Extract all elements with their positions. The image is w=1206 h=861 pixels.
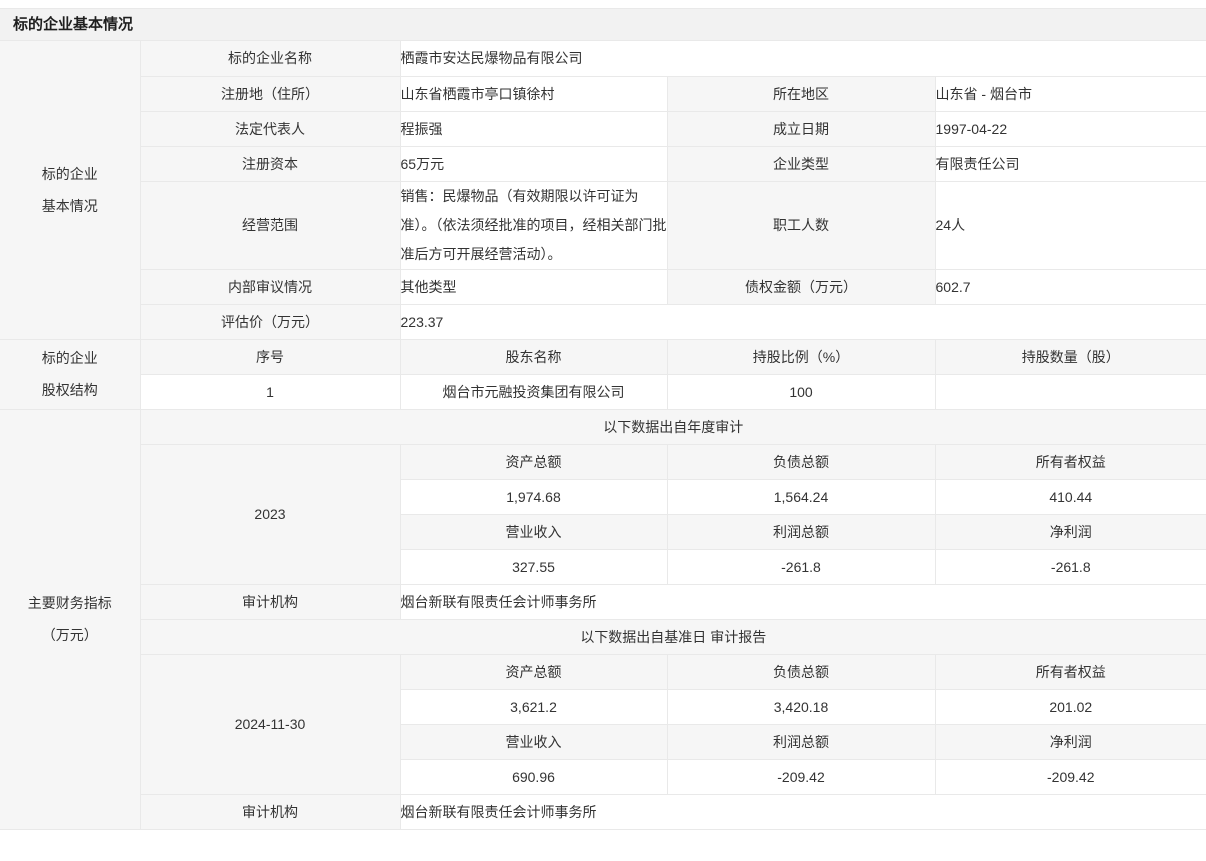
column-header-owner-equity: 所有者权益 [935, 654, 1206, 689]
cell-total-profit: -261.8 [667, 549, 935, 584]
column-header-owner-equity: 所有者权益 [935, 444, 1206, 479]
column-header-ratio: 持股比例（%） [667, 339, 935, 374]
table-row: 审计机构 烟台新联有限责任会计师事务所 [0, 584, 1206, 619]
section-label-financial: 主要财务指标 （万元） [0, 409, 140, 829]
section-label-basic: 标的企业 基本情况 [0, 41, 140, 339]
table-row: 评估价（万元） 223.37 [0, 304, 1206, 339]
section-label-line: 标的企业 [0, 158, 140, 190]
section-label-line: 标的企业 [0, 342, 140, 374]
cell-shares [935, 374, 1206, 409]
cell-owner-equity: 410.44 [935, 479, 1206, 514]
cell-revenue: 690.96 [400, 759, 667, 794]
column-header-seq: 序号 [140, 339, 400, 374]
table-row: 注册资本 65万元 企业类型 有限责任公司 [0, 146, 1206, 181]
column-header-shares: 持股数量（股） [935, 339, 1206, 374]
year-label-baseline-date: 2024-11-30 [140, 654, 400, 794]
table-row: 法定代表人 程振强 成立日期 1997-04-22 [0, 111, 1206, 146]
cell-shareholder: 烟台市元融投资集团有限公司 [400, 374, 667, 409]
column-header-total-assets: 资产总额 [400, 654, 667, 689]
cell-total-assets: 3,621.2 [400, 689, 667, 724]
section-label-line: 主要财务指标 [0, 587, 140, 619]
table-row: 审计机构 烟台新联有限责任会计师事务所 [0, 794, 1206, 829]
column-header-revenue: 营业收入 [400, 514, 667, 549]
field-value-establish-date: 1997-04-22 [935, 111, 1206, 146]
table-row: 注册地（住所） 山东省栖霞市亭口镇徐村 所在地区 山东省 - 烟台市 [0, 76, 1206, 111]
company-info-table: 标的企业 基本情况 标的企业名称 栖霞市安达民爆物品有限公司 注册地（住所） 山… [0, 41, 1206, 830]
field-label-appraisal-price: 评估价（万元） [140, 304, 400, 339]
field-value-registered-address: 山东省栖霞市亭口镇徐村 [400, 76, 667, 111]
field-value-internal-review: 其他类型 [400, 269, 667, 304]
field-label-company-type: 企业类型 [667, 146, 935, 181]
column-header-total-liabilities: 负债总额 [667, 654, 935, 689]
page-title: 标的企业基本情况 [0, 8, 1206, 41]
column-header-total-profit: 利润总额 [667, 514, 935, 549]
section-label-equity: 标的企业 股权结构 [0, 339, 140, 409]
field-value-business-scope: 销售：民爆物品（有效期限以许可证为准）。（依法须经批准的项目，经相关部门批准后方… [400, 181, 667, 269]
field-value-appraisal-price: 223.37 [400, 304, 1206, 339]
field-value-auditor-baseline: 烟台新联有限责任会计师事务所 [400, 794, 1206, 829]
cell-net-profit: -261.8 [935, 549, 1206, 584]
cell-total-liabilities: 3,420.18 [667, 689, 935, 724]
year-label-2023: 2023 [140, 444, 400, 584]
field-value-region: 山东省 - 烟台市 [935, 76, 1206, 111]
field-value-registered-capital: 65万元 [400, 146, 667, 181]
field-value-company-type: 有限责任公司 [935, 146, 1206, 181]
column-header-total-liabilities: 负债总额 [667, 444, 935, 479]
cell-total-liabilities: 1,564.24 [667, 479, 935, 514]
table-row: 以下数据出自基准日 审计报告 [0, 619, 1206, 654]
table-row: 经营范围 销售：民爆物品（有效期限以许可证为准）。（依法须经批准的项目，经相关部… [0, 181, 1206, 269]
table-row: 标的企业 股权结构 序号 股东名称 持股比例（%） 持股数量（股） [0, 339, 1206, 374]
field-value-legal-representative: 程振强 [400, 111, 667, 146]
column-header-net-profit: 净利润 [935, 514, 1206, 549]
field-label-region: 所在地区 [667, 76, 935, 111]
table-row: 内部审议情况 其他类型 债权金额（万元） 602.7 [0, 269, 1206, 304]
field-value-debt-amount: 602.7 [935, 269, 1206, 304]
field-label-staff-count: 职工人数 [667, 181, 935, 269]
cell-total-assets: 1,974.68 [400, 479, 667, 514]
cell-net-profit: -209.42 [935, 759, 1206, 794]
section-label-line: 股权结构 [0, 374, 140, 406]
field-label-legal-representative: 法定代表人 [140, 111, 400, 146]
field-label-business-scope: 经营范围 [140, 181, 400, 269]
column-header-total-profit: 利润总额 [667, 724, 935, 759]
banner-baseline-audit: 以下数据出自基准日 审计报告 [140, 619, 1206, 654]
field-label-registered-address: 注册地（住所） [140, 76, 400, 111]
table-row: 1 烟台市元融投资集团有限公司 100 [0, 374, 1206, 409]
table-row: 2024-11-30 资产总额 负债总额 所有者权益 [0, 654, 1206, 689]
cell-ratio: 100 [667, 374, 935, 409]
table-row: 主要财务指标 （万元） 以下数据出自年度审计 [0, 409, 1206, 444]
field-value-auditor-annual: 烟台新联有限责任会计师事务所 [400, 584, 1206, 619]
table-row: 标的企业 基本情况 标的企业名称 栖霞市安达民爆物品有限公司 [0, 41, 1206, 76]
field-label-registered-capital: 注册资本 [140, 146, 400, 181]
section-label-line: （万元） [0, 619, 140, 651]
cell-revenue: 327.55 [400, 549, 667, 584]
column-header-shareholder: 股东名称 [400, 339, 667, 374]
cell-total-profit: -209.42 [667, 759, 935, 794]
table-row: 2023 资产总额 负债总额 所有者权益 [0, 444, 1206, 479]
banner-annual-audit: 以下数据出自年度审计 [140, 409, 1206, 444]
column-header-revenue: 营业收入 [400, 724, 667, 759]
field-label-establish-date: 成立日期 [667, 111, 935, 146]
column-header-total-assets: 资产总额 [400, 444, 667, 479]
field-label-internal-review: 内部审议情况 [140, 269, 400, 304]
column-header-net-profit: 净利润 [935, 724, 1206, 759]
cell-seq: 1 [140, 374, 400, 409]
cell-owner-equity: 201.02 [935, 689, 1206, 724]
field-label-company-name: 标的企业名称 [140, 41, 400, 76]
field-value-company-name: 栖霞市安达民爆物品有限公司 [400, 41, 1206, 76]
field-label-debt-amount: 债权金额（万元） [667, 269, 935, 304]
field-value-staff-count: 24人 [935, 181, 1206, 269]
field-label-auditor-baseline: 审计机构 [140, 794, 400, 829]
field-label-auditor-annual: 审计机构 [140, 584, 400, 619]
section-label-line: 基本情况 [0, 190, 140, 222]
